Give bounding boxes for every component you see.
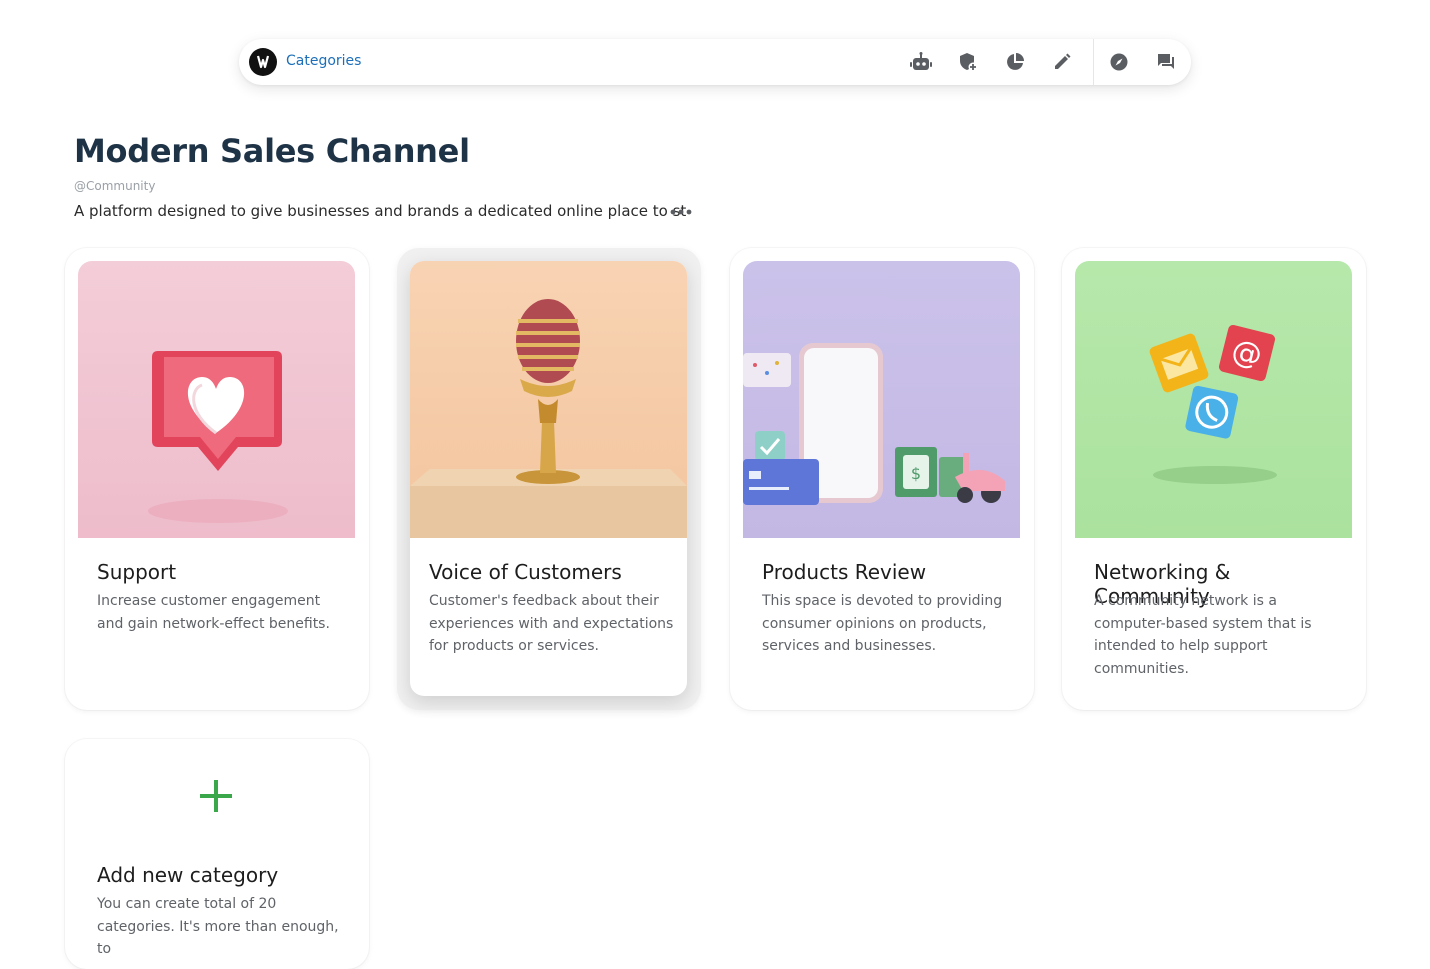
app-logo[interactable]	[249, 48, 277, 76]
category-card-products-review[interactable]: $ Products Review This space is devoted …	[730, 248, 1034, 710]
support-card-image	[78, 261, 355, 538]
toolbar-divider	[1093, 39, 1094, 85]
plus-icon	[198, 778, 234, 814]
card-title: Products Review	[762, 560, 927, 584]
card-description: A community network is a computer-based …	[1094, 593, 1312, 677]
more-options-icon[interactable]	[670, 205, 692, 219]
page-title: Modern Sales Channel	[74, 132, 470, 170]
breadcrumb-categories[interactable]: Categories	[286, 53, 361, 69]
pencil-icon[interactable]	[1051, 51, 1073, 73]
card-title: Support	[97, 560, 177, 584]
category-card-voice-of-customers[interactable]: Voice of Customers Customer's feedback a…	[397, 248, 701, 710]
chat-icon[interactable]	[1155, 51, 1177, 73]
card-description: Increase customer engagement and gain ne…	[97, 593, 330, 632]
top-navigation-bar: Categories	[239, 39, 1191, 85]
pie-chart-icon[interactable]	[1004, 51, 1026, 73]
robot-icon[interactable]	[910, 51, 932, 73]
category-card-support[interactable]: Support Increase customer engagement and…	[65, 248, 369, 710]
add-category-title: Add new category	[97, 863, 279, 887]
compass-icon[interactable]	[1108, 51, 1130, 73]
card-description: This space is devoted to providing consu…	[762, 593, 1003, 654]
voice-card-image	[410, 261, 687, 538]
card-description: Customer's feedback about their experien…	[429, 593, 674, 654]
page-description: A platform designed to give businesses a…	[74, 202, 687, 220]
card-title: Voice of Customers	[429, 560, 622, 584]
category-card-networking-community[interactable]: @ Networking & Community A community net…	[1062, 248, 1366, 710]
products-card-image: $	[743, 261, 1020, 538]
svg-text:$: $	[911, 464, 921, 483]
networking-card-image: @	[1075, 261, 1352, 538]
community-handle: @Community	[74, 179, 156, 193]
add-category-description: You can create total of 20 categories. I…	[97, 896, 339, 957]
add-category-card[interactable]: Add new category You can create total of…	[65, 739, 369, 969]
shield-plus-icon[interactable]	[957, 51, 979, 73]
